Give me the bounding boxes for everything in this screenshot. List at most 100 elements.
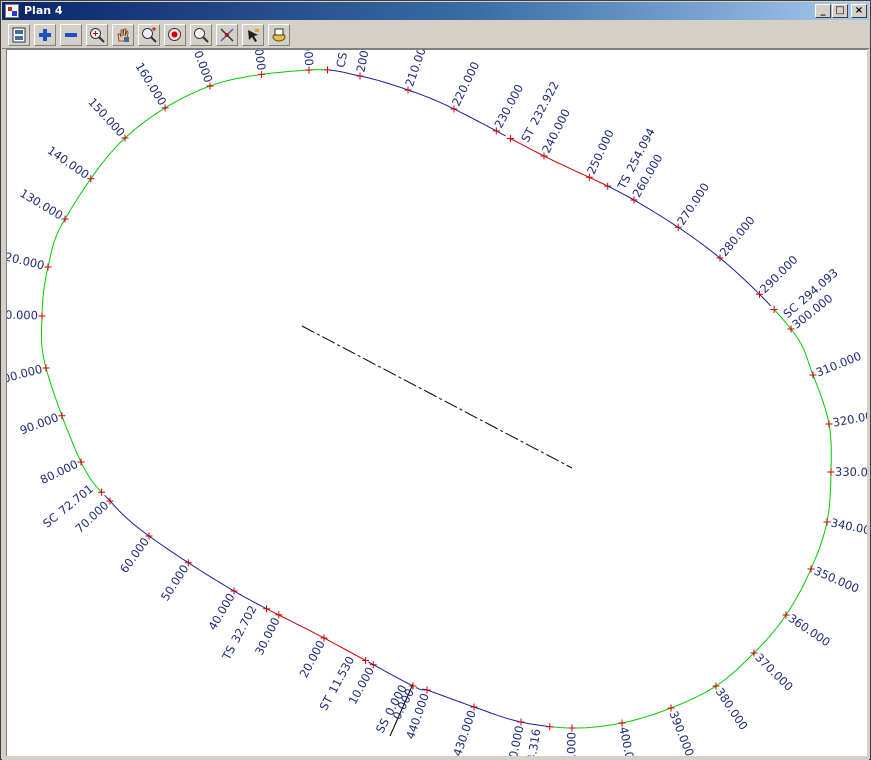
chainage-tick [275, 611, 283, 619]
tangent-point-code: TS [218, 643, 238, 663]
chainage-tick [161, 104, 169, 112]
chainage-tick [618, 719, 626, 727]
status-bar [2, 756, 869, 760]
toolbar [2, 21, 869, 49]
chainage-label: 100.000 [7, 362, 44, 388]
chainage-tick [184, 559, 192, 567]
chainage-label: 310.000 [814, 349, 863, 380]
zoom-extent-button[interactable] [86, 24, 108, 46]
pan-button[interactable] [112, 24, 134, 46]
remove-button[interactable] [60, 24, 82, 46]
chainage-label: 220.000 [449, 59, 482, 108]
plot-button[interactable] [268, 24, 290, 46]
chainage-tick [517, 718, 525, 726]
chainage-label: 200.000 [353, 50, 376, 73]
measure-button[interactable] [216, 24, 238, 46]
tangent-point-code: SC [40, 510, 61, 531]
zoom-previous-icon [168, 28, 181, 41]
zoom-icon [194, 28, 209, 43]
chainage-tick [356, 72, 364, 80]
zoom-window-icon [142, 27, 157, 43]
tangent-point-code: ST [316, 692, 336, 712]
tangent-point-code: TS [614, 172, 633, 192]
chainage-tick [145, 532, 153, 540]
chainage-tick [61, 215, 69, 223]
chainage-label: 170.000 [186, 50, 216, 84]
chainage-label: 430.000 [450, 708, 479, 756]
plan-window: Plan 4 _ □ × 0.000 10.000 20.000 30.000 … [0, 0, 871, 760]
spiral-segment-3 [40, 69, 327, 493]
chainage-label: 80.000 [38, 457, 80, 487]
app-icon[interactable] [5, 4, 19, 18]
zoom-out-minus-icon [65, 33, 77, 37]
minimize-button[interactable]: _ [815, 4, 831, 18]
zoom-button[interactable] [190, 24, 212, 46]
chainage-tick [604, 182, 612, 190]
chainage-label: 120.000 [7, 248, 46, 273]
measure-icon [220, 28, 234, 42]
chainage-tick [77, 458, 85, 466]
chainage-label: 290.000 [757, 253, 801, 296]
pan-hand-icon [117, 28, 129, 42]
chainage-label: 110.000 [7, 307, 38, 322]
tangent-point-code: SS [372, 716, 391, 735]
chainage-label: 400.000 [616, 725, 639, 756]
alignment-segments [40, 69, 832, 729]
zoom-window-button[interactable] [138, 24, 160, 46]
chainage-label: 370.000 [752, 650, 796, 693]
title-bar[interactable]: Plan 4 _ □ × [2, 2, 869, 20]
chainage-label: 320.000 [832, 407, 867, 429]
chainage-label: 160.000 [133, 60, 170, 108]
plot-icon [272, 28, 286, 42]
chainage-label: 60.000 [117, 535, 152, 576]
chainage-label: 40.000 [205, 591, 237, 633]
tangent-point-value: 32.702 [228, 603, 259, 645]
chainage-label: 410.000 [564, 732, 578, 756]
chainage-tick [470, 703, 478, 711]
chainage-tick [423, 686, 431, 694]
chainage-tick [825, 420, 833, 428]
window-title: Plan 4 [24, 4, 63, 17]
chainage-label: 340.000 [830, 515, 867, 538]
maximize-button[interactable]: □ [832, 4, 848, 18]
chainage-label: 270.000 [674, 180, 712, 227]
chainage-label: 180.000 [248, 50, 268, 71]
chainage-tick [42, 364, 50, 372]
chainage-tick [38, 312, 46, 320]
chainage-label: 280.000 [717, 213, 758, 259]
chainage-ticks [38, 66, 835, 732]
straight-segment-8 [415, 686, 550, 728]
chainage-label: 210.000 [402, 50, 431, 88]
close-button[interactable]: × [851, 4, 867, 18]
tangent-point-code: CS [333, 51, 350, 69]
chainage-label: 390.000 [666, 709, 696, 756]
chainage-tick [546, 723, 554, 731]
chainage-label: 30.000 [252, 615, 283, 657]
chainage-label: 420.000 [503, 724, 527, 756]
chainage-label: 190.000 [299, 50, 316, 66]
save-view-icon [12, 27, 26, 43]
chainage-tick [230, 587, 238, 595]
plan-canvas[interactable]: 0.000 10.000 20.000 30.000 40.000 50.000 60.00… [0, 0, 871, 760]
chainage-tick [258, 70, 266, 78]
chainage-label: 150.000 [85, 95, 127, 140]
pick-button[interactable] [242, 24, 264, 46]
chainage-tick [87, 175, 95, 183]
chainage-tick [305, 66, 313, 74]
zoom-previous-button[interactable] [164, 24, 186, 46]
chainage-label: 360.000 [786, 611, 833, 649]
chainage-label: 250.000 [584, 127, 617, 176]
chainage-label: 20.000 [297, 638, 328, 680]
tangent-point-code: ST [518, 124, 538, 144]
chainage-label: 140.000 [45, 143, 92, 182]
add-button[interactable] [34, 24, 56, 46]
chainage-tick [263, 605, 270, 613]
chainage-label: 330.000 [835, 465, 867, 480]
save-view-button[interactable] [8, 24, 30, 46]
zoom-in-plus-icon [39, 29, 51, 41]
chainage-tick [568, 724, 576, 732]
chainage-tick [823, 518, 831, 526]
chord-line [301, 325, 573, 469]
chainage-label: 380.000 [713, 685, 751, 732]
chainage-tick [362, 657, 370, 664]
